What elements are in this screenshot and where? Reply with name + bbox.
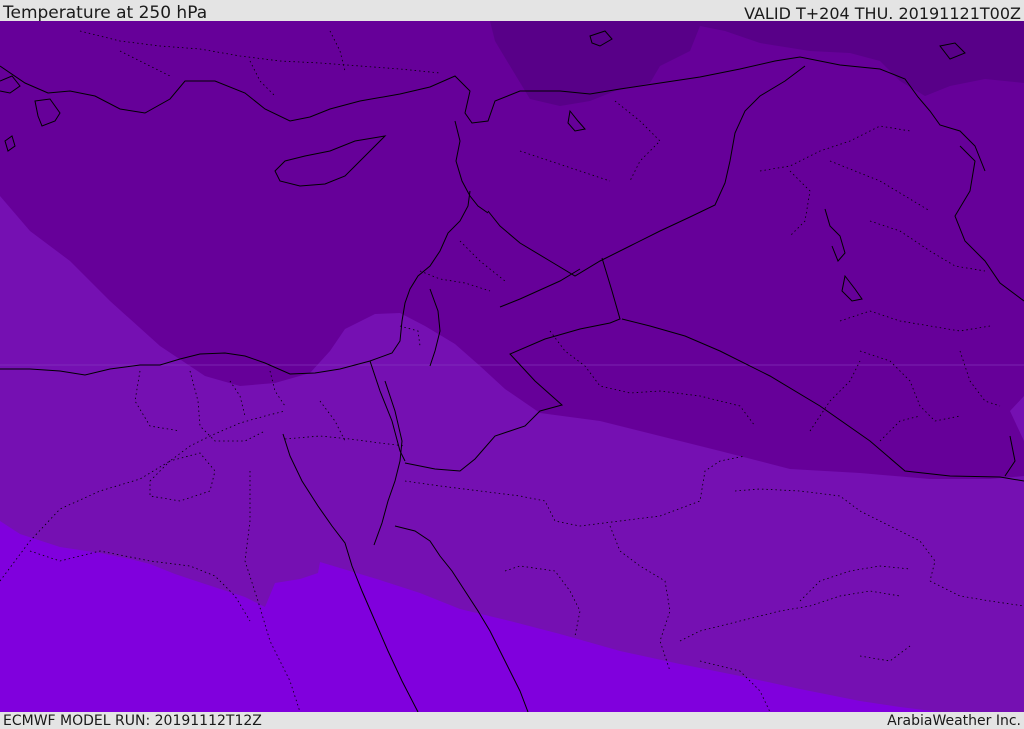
map-title: Temperature at 250 hPa <box>3 3 208 23</box>
temperature-map <box>0 21 1024 712</box>
model-run-label: ECMWF MODEL RUN: 20191112T12Z <box>3 713 262 729</box>
valid-time-label: VALID T+204 THU. 20191121T00Z <box>744 4 1021 23</box>
map-window: Temperature at 250 hPa VALID T+204 THU. … <box>0 0 1024 729</box>
credit-label: ArabiaWeather Inc. <box>887 713 1021 729</box>
